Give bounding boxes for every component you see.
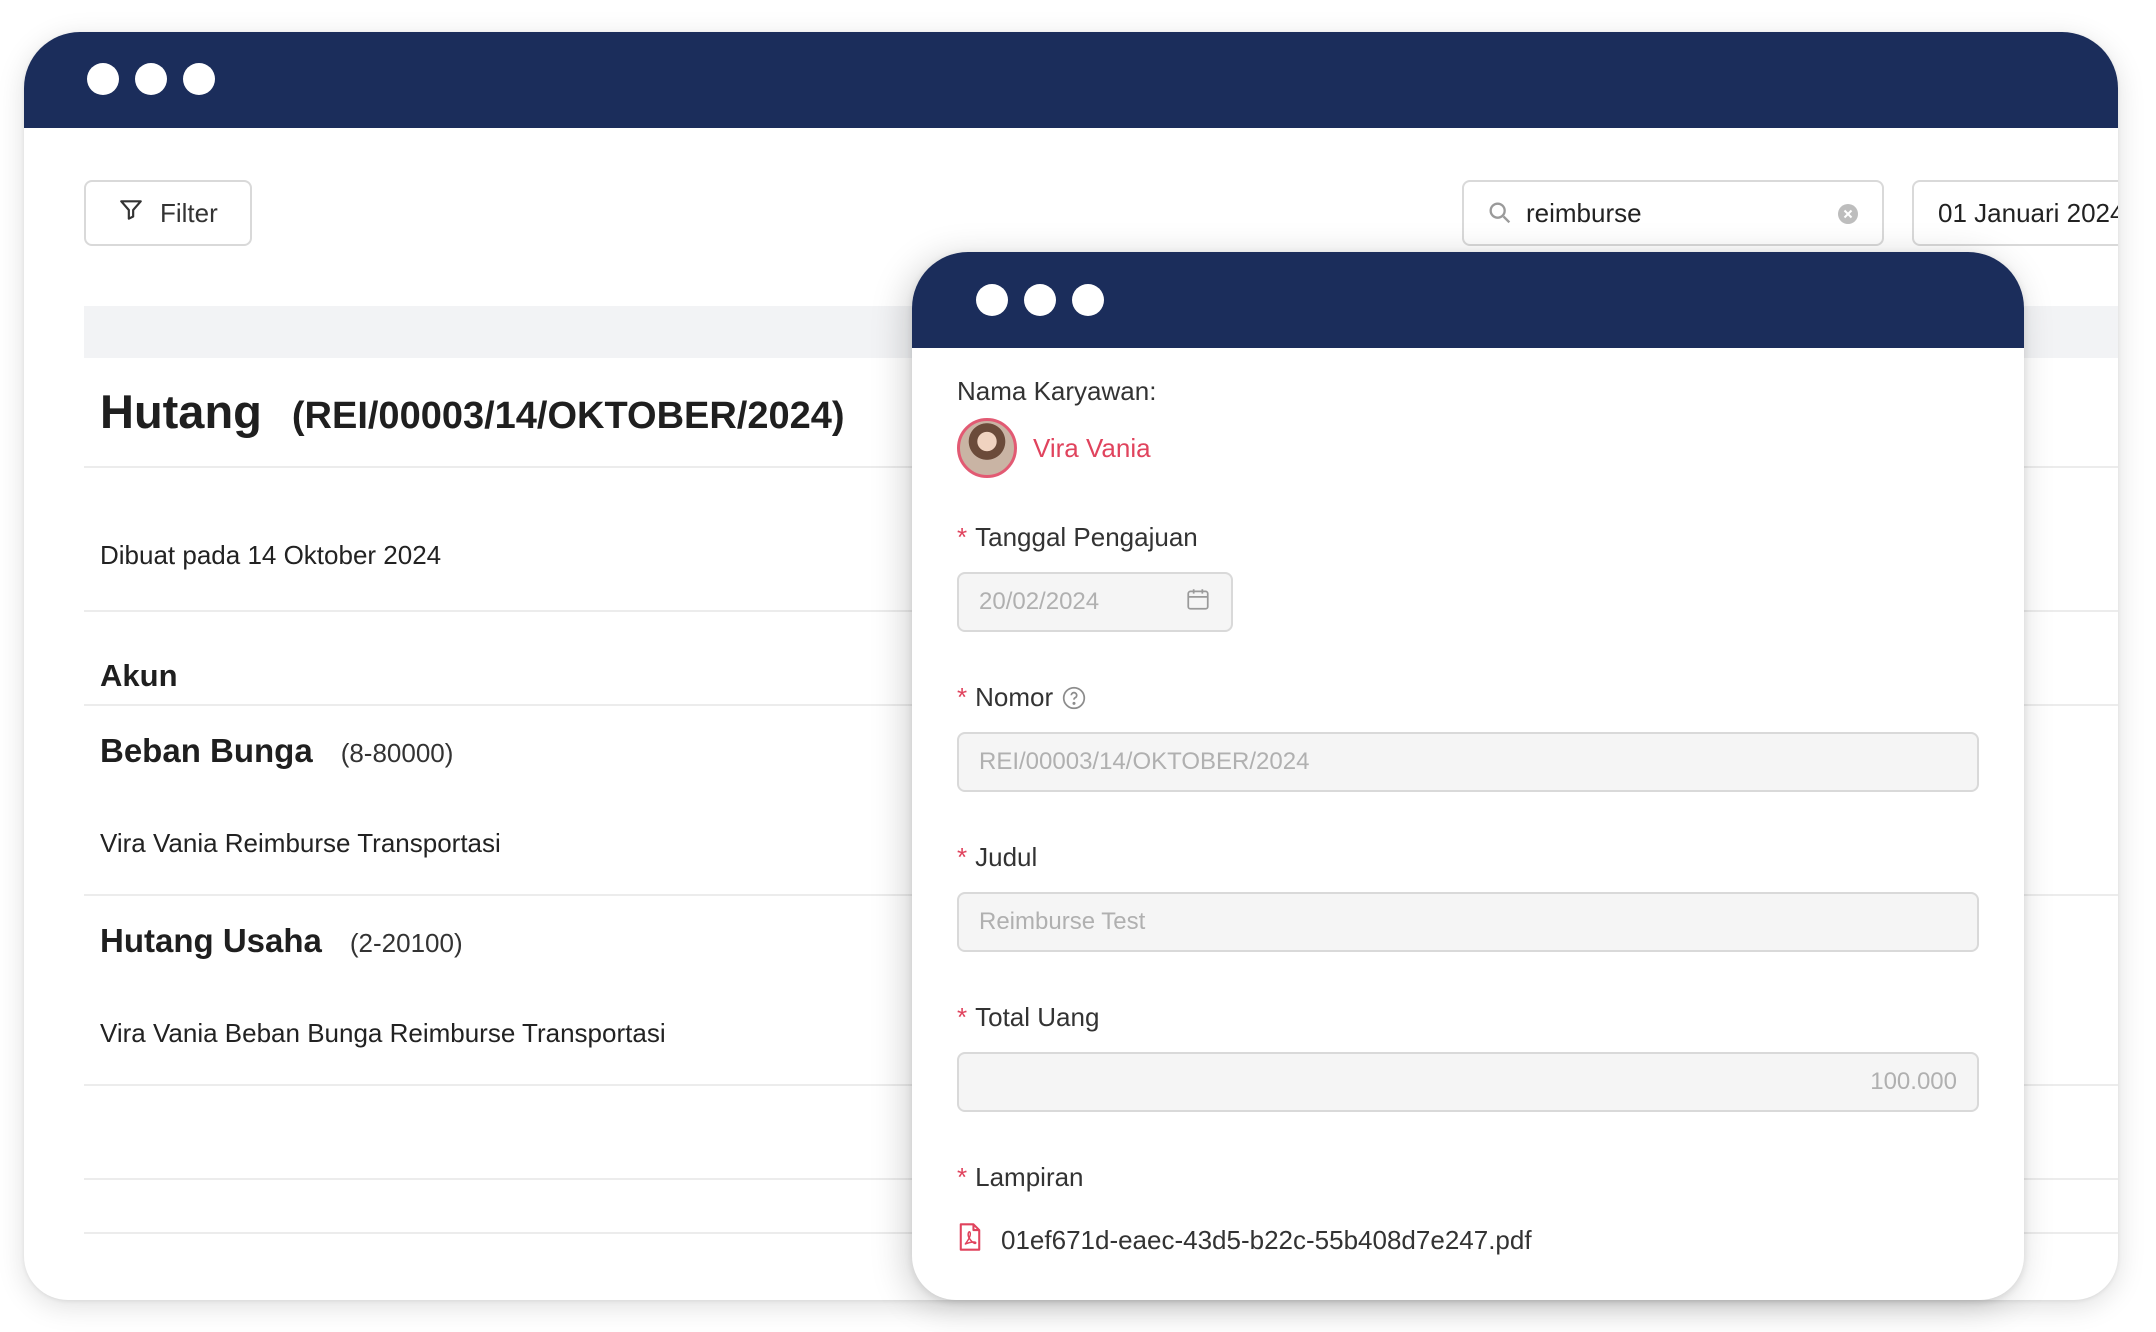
window-dot[interactable] (183, 63, 215, 95)
number-field[interactable]: REI/00003/14/OKTOBER/2024 (957, 732, 1979, 792)
account-name: Hutang Usaha (100, 922, 322, 959)
window-dot[interactable] (135, 63, 167, 95)
required-mark: * (957, 1162, 968, 1192)
number-label: * Nomor (957, 682, 1087, 713)
employee-name[interactable]: Vira Vania (1033, 433, 1151, 464)
created-date: Dibuat pada 14 Oktober 2024 (100, 540, 442, 570)
required-mark: * (957, 682, 968, 712)
search-input[interactable]: reimburse (1462, 180, 1884, 246)
title-field[interactable]: Reimburse Test (957, 892, 1979, 952)
account-description: Vira Vania Reimburse Transportasi (100, 828, 501, 858)
attachment-label: * Lampiran (957, 1162, 1084, 1193)
date-value: 20/02/2024 (979, 588, 1100, 615)
clear-search-icon[interactable] (1836, 202, 1860, 233)
required-mark: * (957, 522, 968, 552)
search-icon (1486, 199, 1514, 227)
avatar (957, 418, 1017, 478)
amount-label: * Total Uang (957, 1002, 1099, 1033)
page-title-number: (REI/00003/14/OKTOBER/2024) (291, 395, 845, 437)
required-mark: * (957, 842, 968, 872)
pdf-icon (957, 1222, 983, 1259)
required-mark: * (957, 1002, 968, 1032)
account-row: Hutang Usaha (2-20100) (100, 922, 463, 960)
date-label-text: Tanggal Pengajuan (975, 522, 1198, 552)
number-label-text: Nomor (975, 682, 1054, 712)
page-title-text: Hutang (100, 385, 262, 438)
window-dot[interactable] (1024, 284, 1056, 316)
section-label-akun: Akun (100, 658, 178, 693)
date-label: * Tanggal Pengajuan (957, 522, 1198, 553)
window-dot[interactable] (976, 284, 1008, 316)
page-title: Hutang (REI/00003/14/OKTOBER/2024) (100, 384, 845, 439)
window-controls (976, 284, 1104, 316)
title-label-text: Judul (975, 842, 1038, 872)
title-label: * Judul (957, 842, 1037, 873)
window-controls (87, 63, 215, 95)
attachment-filename: 01ef671d-eaec-43d5-b22c-55b408d7e247.pdf (1001, 1225, 1532, 1255)
window-dot[interactable] (87, 63, 119, 95)
account-row: Beban Bunga (8-80000) (100, 732, 453, 770)
amount-field[interactable]: 100.000 (957, 1052, 1979, 1112)
window-titlebar (24, 32, 2118, 128)
account-code: (2-20100) (349, 928, 463, 958)
employee-info: Vira Vania (957, 418, 1151, 478)
account-description: Vira Vania Beban Bunga Reimburse Transpo… (100, 1018, 666, 1048)
calendar-icon (1185, 586, 1211, 619)
filter-label: Filter (160, 197, 218, 228)
help-icon[interactable] (1061, 685, 1087, 711)
filter-button[interactable]: Filter (84, 180, 252, 246)
attachment-link[interactable]: 01ef671d-eaec-43d5-b22c-55b408d7e247.pdf (957, 1222, 1532, 1259)
attachment-label-text: Lampiran (975, 1162, 1084, 1192)
date-filter-input[interactable]: 01 Januari 2024 (1912, 180, 2118, 246)
account-name: Beban Bunga (100, 732, 313, 769)
date-field[interactable]: 20/02/2024 (957, 572, 1233, 632)
window-dot[interactable] (1072, 284, 1104, 316)
employee-label: Nama Karyawan: (957, 376, 1157, 406)
search-value: reimburse (1526, 197, 1642, 228)
account-code: (8-80000) (340, 738, 454, 768)
reimburse-form-window: Nama Karyawan: Vira Vania * Tanggal Peng… (912, 252, 2024, 1300)
amount-label-text: Total Uang (975, 1002, 1100, 1032)
window-titlebar (912, 252, 2024, 348)
filter-icon (118, 197, 144, 230)
